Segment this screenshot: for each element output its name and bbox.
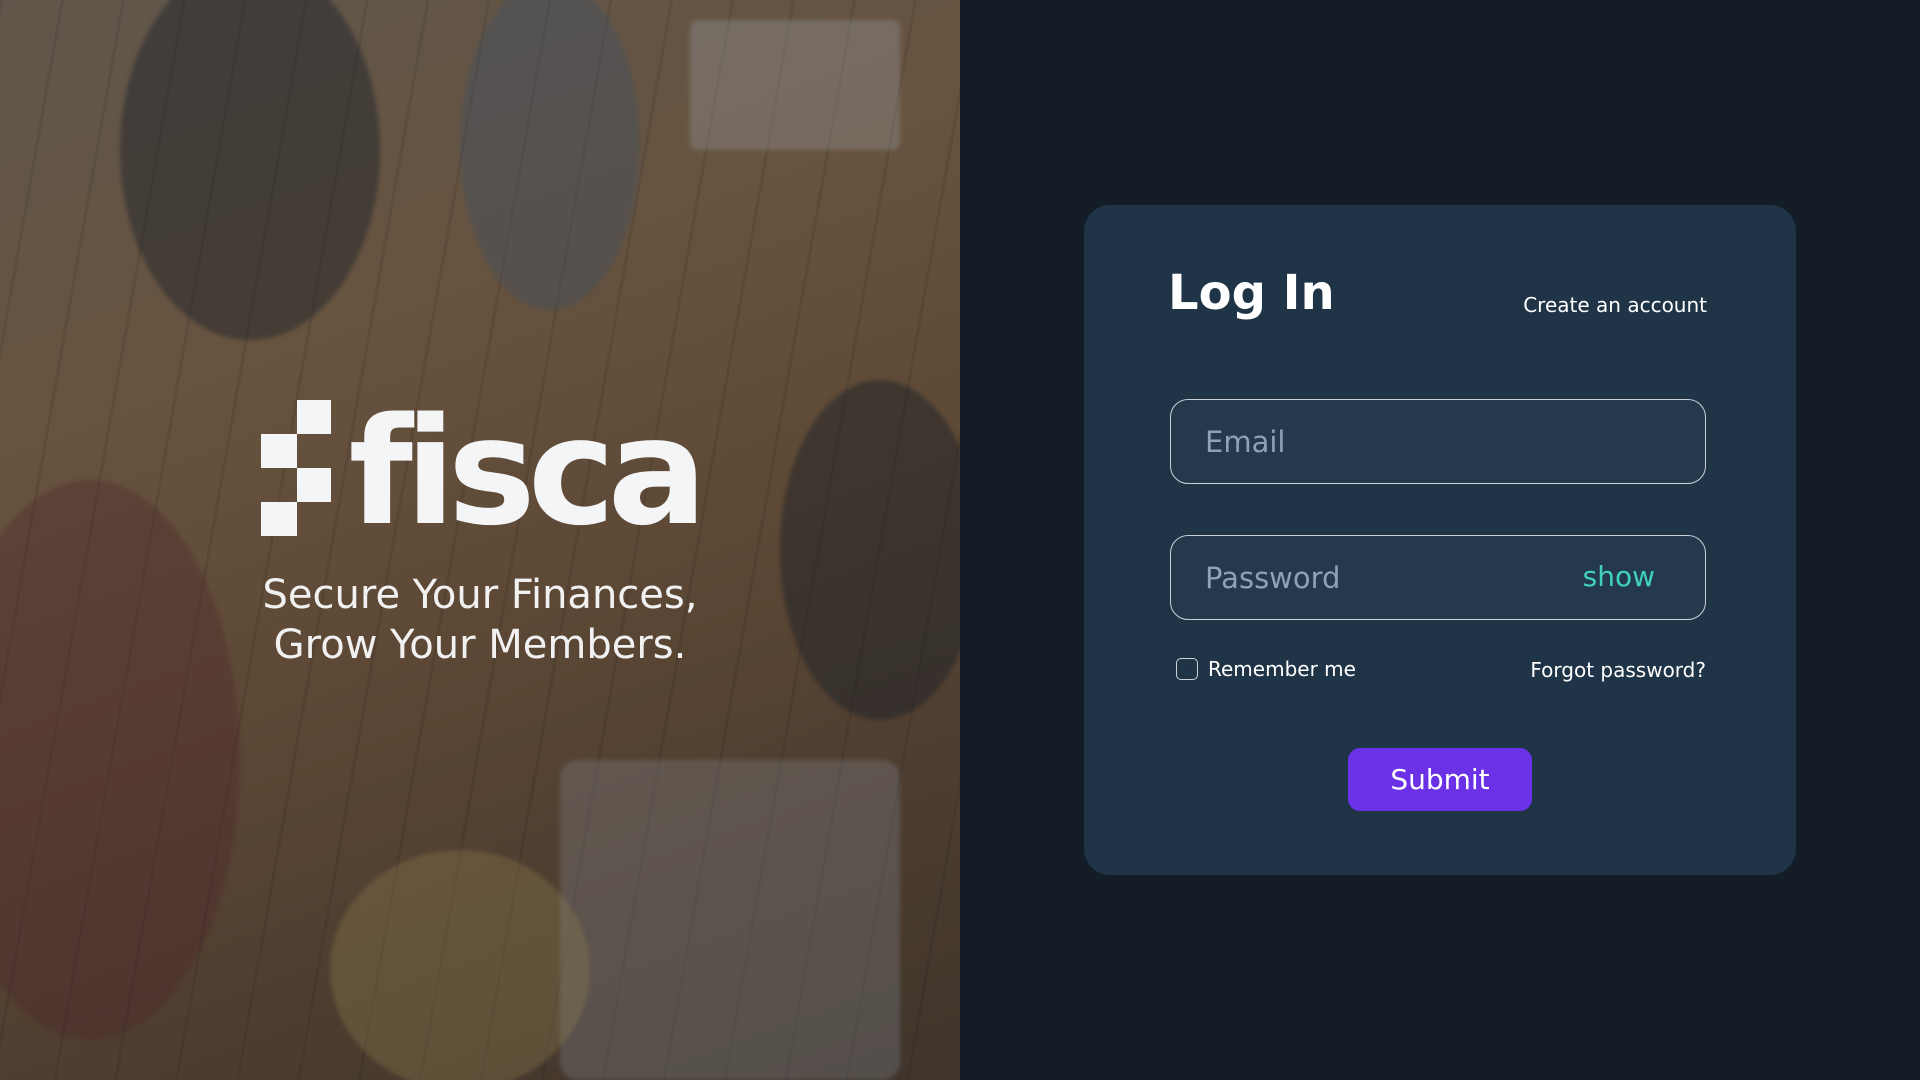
show-password-toggle[interactable]: show: [1583, 560, 1655, 593]
login-card: Log In Create an account show Remember m…: [1084, 205, 1796, 875]
brand-name: fisca: [348, 386, 708, 558]
submit-button[interactable]: Submit: [1348, 748, 1532, 811]
remember-me[interactable]: Remember me: [1176, 657, 1356, 681]
tagline-line-1: Secure Your Finances,: [262, 572, 698, 618]
logo: fisca: [260, 386, 708, 558]
brand-block: fisca Secure Your Finances, Grow Your Me…: [0, 386, 960, 670]
login-options: Remember me Forgot password?: [1176, 657, 1706, 687]
login-panel: Log In Create an account show Remember m…: [960, 0, 1920, 1080]
fisca-pixel-logo-icon: [260, 400, 331, 536]
remember-me-label: Remember me: [1208, 657, 1356, 681]
tagline-line-2: Grow Your Members.: [273, 622, 687, 668]
remember-me-checkbox[interactable]: [1176, 658, 1198, 680]
email-input[interactable]: [1171, 400, 1705, 483]
create-account-link[interactable]: Create an account: [1523, 293, 1707, 317]
login-page: fisca Secure Your Finances, Grow Your Me…: [0, 0, 1920, 1080]
password-field: show: [1170, 535, 1706, 620]
brand-tagline: Secure Your Finances, Grow Your Members.: [263, 570, 698, 670]
forgot-password-link[interactable]: Forgot password?: [1530, 658, 1706, 682]
page-title: Log In: [1168, 265, 1335, 321]
hero-panel: fisca Secure Your Finances, Grow Your Me…: [0, 0, 960, 1080]
email-field: [1170, 399, 1706, 484]
